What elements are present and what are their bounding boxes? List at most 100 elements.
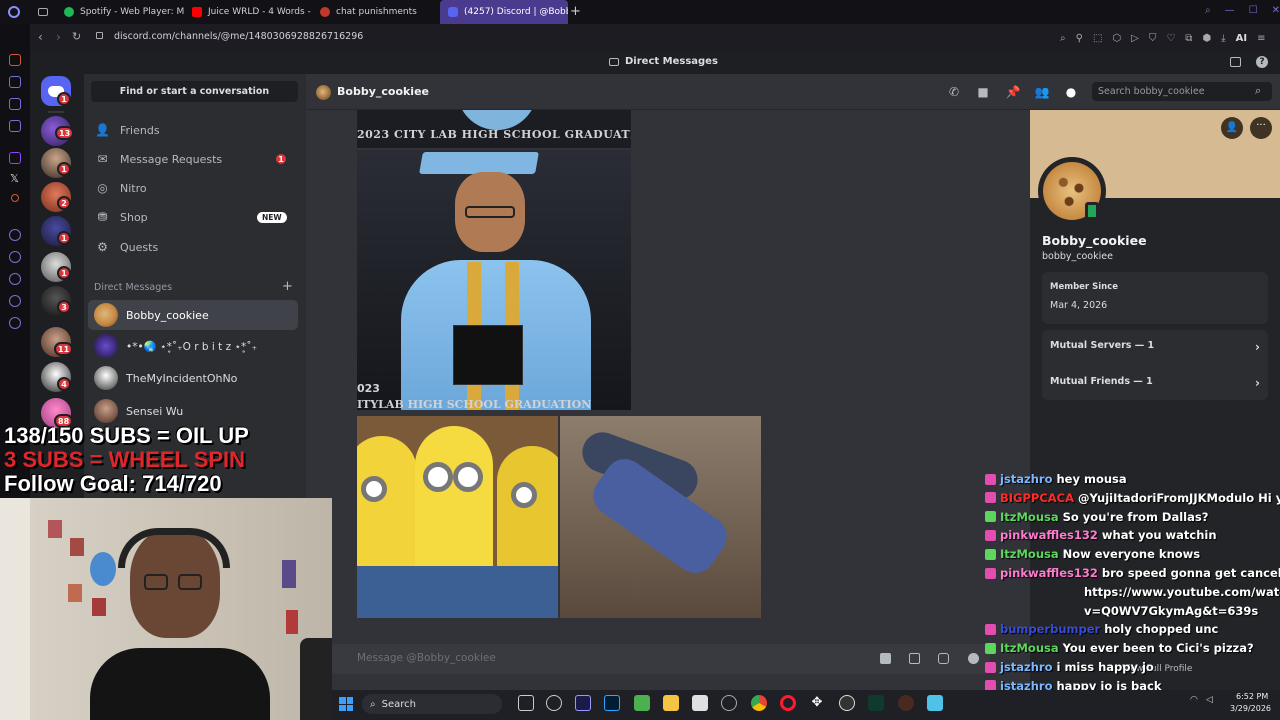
obs-icon[interactable]	[839, 695, 855, 711]
zoom-icon[interactable]: ⌕	[1060, 33, 1066, 44]
create-dm-button[interactable]: +	[282, 279, 293, 294]
opera-logo-icon[interactable]	[8, 6, 20, 18]
sidebar-app-icon[interactable]	[9, 98, 21, 110]
chat-text: https://www.youtube.com/watch?	[1084, 584, 1280, 599]
sidebar-app-icon[interactable]	[9, 295, 21, 307]
sidebar-app-icon[interactable]	[11, 194, 19, 202]
nav-message-requests[interactable]: ✉ Message Requests	[88, 145, 298, 173]
dm-item-orbitz[interactable]: •*•🌏 ⋆*̥˚₊O r b i t z ⋆*̥˚₊	[88, 331, 298, 361]
close-icon[interactable]: ✕	[1272, 5, 1280, 19]
sidebar-app-icon[interactable]	[9, 54, 21, 66]
tab-youtube[interactable]: Juice WRLD - 4 Words - Y	[184, 0, 312, 24]
chat-badge-icon	[985, 661, 996, 673]
folder-icon[interactable]	[663, 695, 679, 711]
pin-icon[interactable]: ⚲	[1076, 33, 1083, 44]
heart-icon[interactable]: ♡	[1166, 33, 1175, 44]
search-tabs-icon[interactable]: ⌕	[1205, 5, 1211, 19]
download-icon[interactable]: ⤓	[1221, 33, 1225, 44]
member-since-card	[1042, 272, 1268, 324]
gif-icon[interactable]	[909, 653, 920, 664]
dm-item-bobby[interactable]: Bobby_cookiee	[88, 300, 298, 330]
chat-badge-icon	[985, 529, 996, 541]
new-tab-button[interactable]: +	[570, 4, 581, 19]
minecraft-icon[interactable]	[634, 695, 650, 711]
crypto-icon[interactable]: ⬡	[1112, 33, 1121, 44]
minions-image[interactable]	[357, 416, 558, 618]
sidebar-app-icon[interactable]	[9, 229, 21, 241]
profile-toggle-icon[interactable]: ●	[1064, 85, 1078, 99]
screenshot-icon[interactable]: ⬚	[1093, 33, 1102, 44]
chat-badge-icon	[985, 642, 996, 654]
server-badge: 2	[57, 196, 71, 210]
nav-quests[interactable]: ⚙ Quests	[88, 233, 298, 261]
settings-icon[interactable]	[9, 317, 21, 329]
fallen-man-image[interactable]	[560, 416, 761, 618]
gift-icon[interactable]	[880, 653, 891, 664]
snipping-icon[interactable]	[692, 695, 708, 711]
more-options-button[interactable]: ···	[1250, 117, 1272, 139]
forward-icon[interactable]: ›	[56, 30, 61, 44]
premiere-icon[interactable]	[575, 695, 591, 711]
find-conversation-button[interactable]: Find or start a conversation	[91, 81, 298, 102]
shield-icon[interactable]: ⛉	[1149, 33, 1157, 44]
opera-icon[interactable]	[780, 695, 796, 711]
chrome-icon[interactable]	[751, 695, 767, 711]
menu-icon[interactable]: ≡	[1257, 33, 1265, 44]
twitch-icon[interactable]	[9, 152, 21, 164]
taskview-icon[interactable]	[518, 695, 534, 711]
tab-discord[interactable]: (4257) Discord | @Bobby_	[440, 0, 568, 24]
photoshop-icon[interactable]	[604, 695, 620, 711]
app-icon[interactable]	[721, 695, 737, 711]
sticker-icon[interactable]	[938, 653, 949, 664]
maximize-icon[interactable]: ☐	[1249, 5, 1258, 19]
tab-chat-punishments[interactable]: chat punishments	[312, 0, 440, 24]
address-bar[interactable]: discord.com/channels/@me/148030692882671…	[114, 31, 363, 42]
puzzle-icon[interactable]: ⧉	[1185, 33, 1192, 44]
dm-item-themyincident[interactable]: TheMyIncidentOhNo	[88, 363, 298, 393]
cube-icon[interactable]: ⬢	[1202, 33, 1211, 44]
start-button[interactable]	[339, 697, 353, 711]
chat-text: You ever been to Cici's pizza?	[1062, 641, 1254, 656]
help-icon[interactable]: ?	[1256, 56, 1268, 68]
app-icon[interactable]	[898, 695, 914, 711]
reload-icon[interactable]: ↻	[72, 30, 81, 43]
nav-friends[interactable]: 👤 Friends	[88, 116, 298, 144]
inbox-icon[interactable]	[1230, 57, 1241, 67]
history-icon[interactable]	[9, 273, 21, 285]
wifi-icon: ◠	[1190, 695, 1198, 705]
add-friend-icon[interactable]: 👥	[1035, 85, 1050, 99]
nav-nitro[interactable]: ◎ Nitro	[88, 174, 298, 202]
graduation-image[interactable]: 023 ITYLAB HIGH SCHOOL GRADUATION	[357, 150, 631, 410]
chat-badge-icon	[985, 492, 996, 504]
video-icon[interactable]: ■	[976, 85, 990, 99]
emoji-icon[interactable]	[968, 653, 979, 664]
sidebar-app-icon[interactable]	[9, 120, 21, 132]
minimize-icon[interactable]: —	[1225, 5, 1235, 19]
chat-username: ItzMousa	[1000, 547, 1059, 562]
play-icon[interactable]: ▷	[1131, 33, 1139, 44]
tab-spotify[interactable]: Spotify - Web Player: Mus	[56, 0, 184, 24]
mobile-status-icon	[1085, 202, 1099, 220]
clock-time: 6:52 PM	[1236, 692, 1269, 701]
graduation-image-top[interactable]: 2023 CITY LAB HIGH SCHOOL GRADUATION	[357, 110, 631, 148]
tab-overview-icon[interactable]	[38, 8, 48, 16]
member-since-label: Member Since	[1050, 282, 1118, 292]
app-icon[interactable]	[868, 695, 884, 711]
sidebar-app-icon[interactable]	[9, 251, 21, 263]
ai-icon[interactable]: AI	[1236, 33, 1247, 44]
notepad-icon[interactable]	[927, 695, 943, 711]
media-player-icon[interactable]	[546, 695, 562, 711]
app-icon[interactable]: ✥	[809, 695, 825, 711]
dm-icon	[609, 57, 619, 66]
mutual-servers-row[interactable]: Mutual Servers — 1 ›	[1050, 340, 1260, 354]
taskbar-search[interactable]: ⌕ Search	[362, 694, 502, 714]
sidebar-app-icon[interactable]	[9, 76, 21, 88]
add-friend-button[interactable]: 👤	[1221, 117, 1243, 139]
mutual-friends-row[interactable]: Mutual Friends — 1 ›	[1050, 376, 1260, 390]
x-icon[interactable]: 𝕏	[10, 172, 19, 185]
back-icon[interactable]: ‹	[38, 30, 43, 44]
system-tray: ◠ ◁	[1190, 695, 1230, 709]
call-icon[interactable]: ✆	[947, 85, 961, 99]
dm-item-sensei-wu[interactable]: Sensei Wu	[88, 396, 298, 426]
pin-icon[interactable]: 📌	[1006, 85, 1021, 99]
